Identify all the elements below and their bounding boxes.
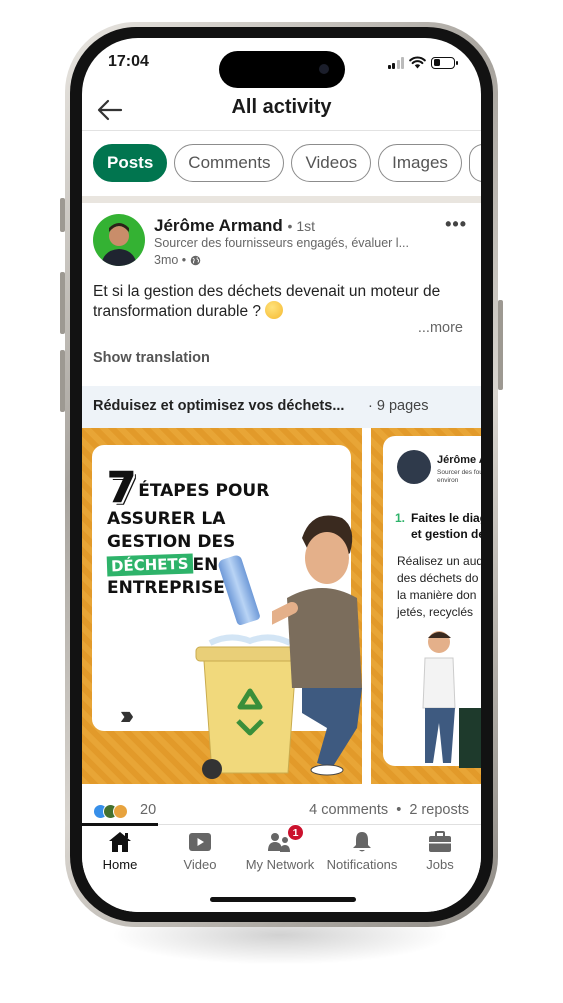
globe-icon [190, 255, 201, 265]
see-more-link[interactable]: ...more [418, 320, 463, 336]
waste-tag: DÉCHETS [106, 553, 193, 577]
feed-separator [82, 196, 481, 203]
post-meta: 3mo • [154, 253, 201, 267]
chip-posts[interactable]: Posts [93, 144, 168, 182]
connection-degree: • 1st [287, 218, 316, 234]
document-title: Réduisez et optimisez vos déchets... [93, 398, 345, 414]
action-button [60, 198, 65, 232]
status-time: 17:04 [108, 53, 149, 70]
home-indicator[interactable] [210, 897, 356, 902]
reposts-count[interactable]: 2 reposts [409, 802, 469, 818]
show-translation-link[interactable]: Show translation [93, 350, 210, 366]
slide-avatar [397, 450, 431, 484]
carousel-slide-1[interactable]: 7 ÉTAPES POUR ASSURER LA GESTION DES DÉCH… [82, 428, 362, 784]
author-name[interactable]: Jérôme Armand • 1st [154, 216, 315, 236]
tab-my-network[interactable]: 1 My Network [240, 824, 320, 872]
chip-next-partial[interactable] [468, 144, 481, 182]
tab-jobs[interactable]: Jobs [400, 831, 480, 872]
document-carousel[interactable]: 7 ÉTAPES POUR ASSURER LA GESTION DES DÉCH… [82, 428, 481, 784]
slide-author-subtitle: Sourcer des fourni social et environ [437, 469, 481, 484]
chip-images[interactable]: Images [378, 144, 462, 182]
home-icon [109, 832, 131, 852]
briefcase-icon [429, 831, 451, 852]
page-title: All activity [231, 96, 332, 118]
top-bar: All activity [82, 90, 481, 130]
document-pages: · 9 pages [368, 398, 429, 414]
reactions-icon[interactable] [93, 804, 128, 819]
post-author[interactable]: Jérôme Armand • 1st Sourcer des fourniss… [93, 214, 473, 270]
tab-notifications[interactable]: Notifications [322, 831, 402, 872]
more-options-icon[interactable]: ••• [445, 214, 467, 235]
signal-icon [387, 56, 404, 69]
post-age: 3mo • [154, 253, 187, 267]
battery-icon [431, 56, 458, 69]
slide-step-title: 1. Faites le diag et gestion de [395, 511, 481, 541]
notification-badge: 1 [287, 824, 304, 841]
rolling-eyes-emoji-icon [265, 301, 284, 319]
header-divider [82, 130, 481, 131]
social-counts: 20 4 comments • 2 reposts [82, 800, 481, 824]
dynamic-island [219, 51, 345, 88]
filter-chips: Posts Comments Videos Images [93, 144, 481, 182]
bell-icon [353, 832, 371, 852]
document-header[interactable]: Réduisez et optimisez vos déchets... · 9… [82, 386, 481, 428]
volume-up-button [60, 272, 65, 334]
chip-videos[interactable]: Videos [291, 144, 372, 182]
character-illustration [422, 631, 481, 768]
active-tab-indicator [82, 823, 158, 826]
volume-down-button [60, 350, 65, 412]
comments-count[interactable]: 4 comments [309, 802, 388, 818]
power-button [498, 300, 503, 390]
character-illustration [272, 515, 362, 776]
phone-screen: 17:04 All activity Posts Comments Videos… [82, 38, 481, 912]
post-text: Et si la gestion des déchets devenait un… [93, 283, 441, 320]
reaction-count[interactable]: 20 [140, 802, 156, 818]
carousel-slide-2[interactable]: Jérôme Ar Sourcer des fourni social et e… [371, 428, 481, 784]
avatar[interactable] [93, 214, 145, 266]
author-headline: Sourcer des fournisseurs engagés, évalue… [154, 236, 409, 250]
slide-author-name: Jérôme Ar [437, 454, 481, 466]
comments-reposts: 4 comments • 2 reposts [309, 802, 469, 818]
chip-comments[interactable]: Comments [174, 144, 285, 182]
slide-body-text: Réalisez un aud des déchets do la manièr… [397, 554, 481, 619]
wifi-icon [409, 56, 426, 69]
bottom-tab-bar: Home Video 1 My Network Notifications Jo… [82, 823, 481, 912]
status-icons [387, 56, 458, 69]
video-icon [189, 833, 211, 851]
tab-video[interactable]: Video [160, 831, 240, 872]
slide-title: 7 ÉTAPES POUR ASSURER LA GESTION DES DÉCH… [106, 463, 270, 598]
chevrons-icon: ››› [120, 700, 134, 730]
tab-home[interactable]: Home [82, 831, 160, 872]
